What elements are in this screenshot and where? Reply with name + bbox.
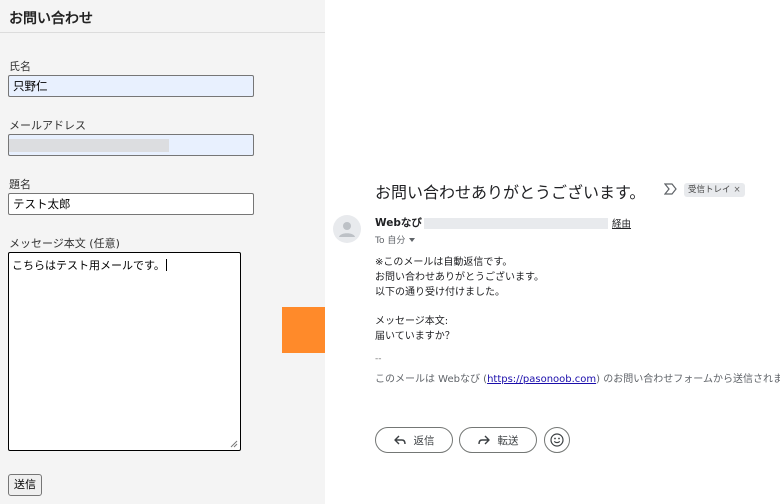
footer-prefix: このメールは Webなび ( — [375, 374, 488, 385]
footer-suffix: ) のお問い合わせフォームから送信されました — [596, 374, 780, 385]
sender-address-redaction — [424, 218, 608, 229]
form-divider — [0, 32, 325, 33]
contact-form-panel: お問い合わせ 氏名 只野仁 メールアドレス 題名 テスト太郎 メッセージ本文 (… — [0, 0, 325, 504]
name-label: 氏名 — [9, 60, 31, 73]
sender-name: Webなび — [375, 217, 422, 229]
subject-label: 題名 — [9, 178, 31, 191]
via-link[interactable]: 経由 — [612, 216, 631, 230]
inbox-label-chip[interactable]: 受信トレイ × — [684, 183, 745, 197]
email-label: メールアドレス — [9, 119, 86, 132]
forward-icon — [477, 435, 490, 445]
recipient-line[interactable]: To 自分 — [375, 233, 416, 246]
body-line: ※このメールは自動返信です。 — [375, 257, 513, 268]
body-line: お問い合わせありがとうございます。 — [375, 272, 544, 283]
reply-button[interactable]: 返信 — [375, 427, 453, 453]
emoji-reaction-button[interactable] — [544, 427, 570, 453]
message-label: メッセージ本文 (任意) — [9, 237, 120, 250]
body-line: 以下の通り受け付けました。 — [375, 287, 505, 298]
signature-separator: -- — [375, 354, 382, 364]
important-marker-icon[interactable] — [664, 183, 678, 195]
message-textarea[interactable]: こちらはテスト用メールです。 — [8, 252, 241, 451]
body-line: 届いていますか？ — [375, 331, 455, 342]
forward-button[interactable]: 転送 — [459, 427, 537, 453]
email-redaction — [9, 139, 169, 152]
person-icon — [339, 222, 355, 237]
recipient-text: To 自分 — [375, 236, 406, 246]
message-text: こちらはテスト用メールです。 — [12, 259, 165, 272]
email-footer: このメールは Webなび (https://pasonoob.com) のお問い… — [375, 370, 780, 385]
label-remove-icon[interactable]: × — [734, 185, 741, 195]
submit-button[interactable]: 送信 — [8, 474, 42, 496]
site-link[interactable]: https://pasonoob.com — [487, 374, 596, 385]
reply-icon — [393, 435, 406, 445]
text-caret — [165, 259, 167, 271]
caret-down-icon[interactable] — [409, 238, 416, 242]
email-subject: お問い合わせありがとうございます。 — [375, 183, 646, 202]
body-line: メッセージ本文: — [375, 316, 449, 327]
reply-label: 返信 — [413, 434, 435, 447]
subject-input[interactable]: テスト太郎 — [8, 193, 254, 215]
resize-grip-icon[interactable] — [230, 440, 238, 448]
inbox-label-text: 受信トレイ — [688, 185, 731, 195]
smiley-icon — [550, 433, 564, 447]
sender-avatar — [333, 215, 361, 243]
name-input[interactable]: 只野仁 — [8, 75, 254, 97]
form-title: お問い合わせ — [9, 11, 93, 27]
forward-label: 転送 — [497, 434, 519, 447]
